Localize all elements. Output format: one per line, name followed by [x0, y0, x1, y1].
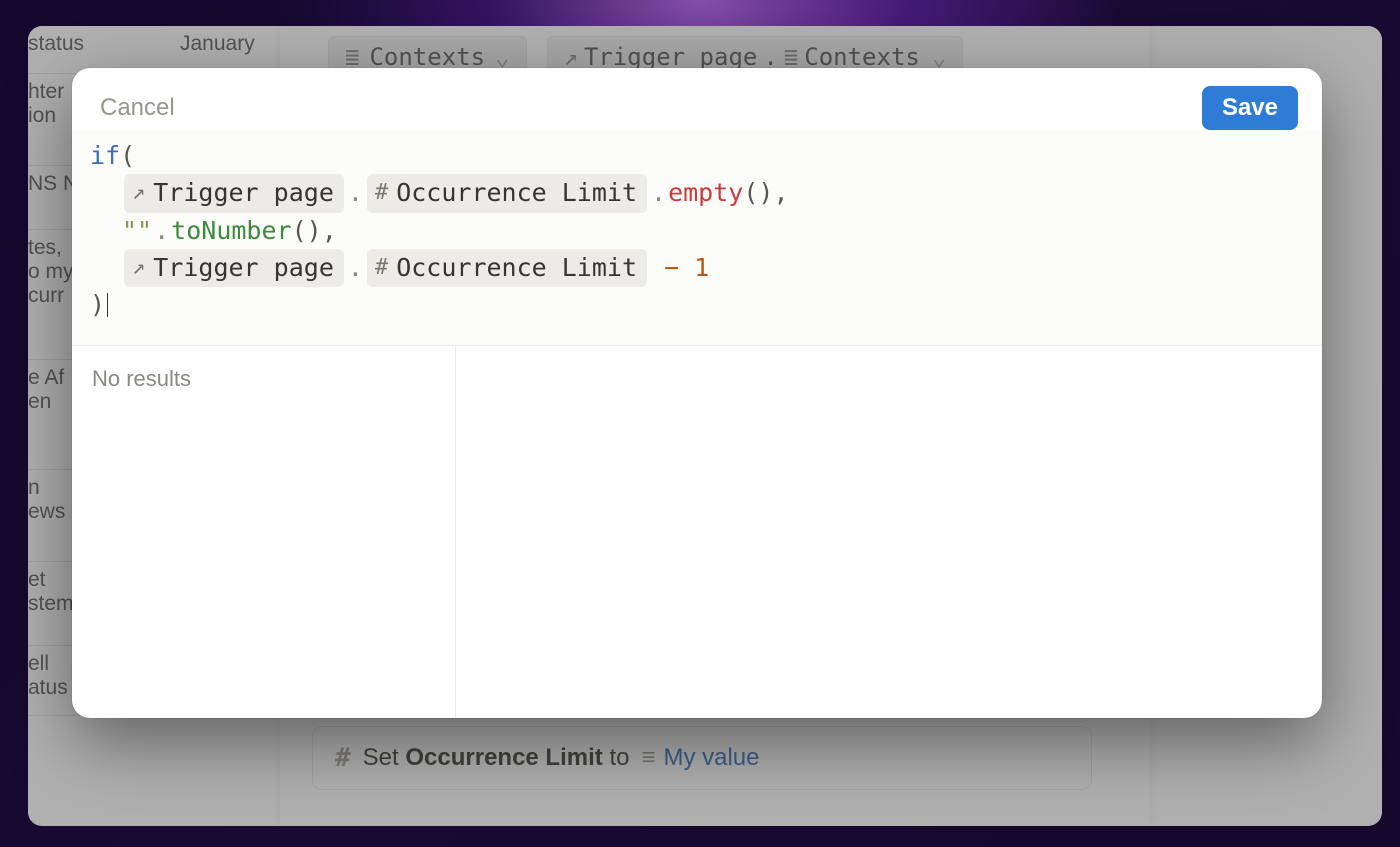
- hash-icon: #: [335, 743, 351, 773]
- trigger-page-text: Trigger page: [153, 175, 334, 211]
- arrow-ne-icon: ↗: [132, 177, 145, 209]
- results-list: No results: [72, 346, 456, 718]
- chevron-down-icon: ⌄: [495, 43, 509, 71]
- no-results-text: No results: [92, 366, 435, 392]
- formula-line: "".toNumber(),: [90, 213, 1294, 249]
- chevron-down-icon: ⌄: [932, 43, 946, 71]
- cancel-button[interactable]: Cancel: [100, 94, 175, 122]
- occurrence-limit-token[interactable]: # Occurrence Limit: [367, 174, 647, 212]
- formula-line: ↗ Trigger page . # Occurrence Limit .emp…: [90, 174, 1294, 212]
- dot: .: [346, 175, 365, 211]
- set-property-row[interactable]: # Set Occurrence Limit to ≡ My value: [312, 726, 1092, 790]
- trigger-page-text: Trigger page: [153, 250, 334, 286]
- contexts-label: Contexts: [369, 43, 485, 71]
- set-prefix: Set: [363, 744, 399, 771]
- value-chip[interactable]: ≡ My value: [641, 744, 759, 772]
- formula-line: ↗ Trigger page . # Occurrence Limit − 1: [90, 249, 1294, 287]
- hash-icon: #: [375, 252, 388, 284]
- keyword-if: if: [90, 138, 120, 174]
- dot: .: [649, 175, 668, 211]
- col-status: status: [28, 32, 158, 56]
- text-cursor: [107, 293, 108, 317]
- empty-call: (),: [743, 175, 788, 211]
- occurrence-limit-text: Occurrence Limit: [396, 250, 637, 286]
- set-suffix: to: [609, 744, 629, 771]
- trigger-page-token[interactable]: ↗ Trigger page: [124, 249, 344, 287]
- tonumber-call: (),: [292, 213, 337, 249]
- hash-icon: #: [375, 177, 388, 209]
- formula-line: ): [90, 287, 1294, 323]
- formula-line: if(: [90, 138, 1294, 174]
- occurrence-limit-token[interactable]: # Occurrence Limit: [367, 249, 647, 287]
- list-icon: ≣: [784, 43, 798, 71]
- occurrence-limit-text: Occurrence Limit: [396, 175, 637, 211]
- paren-open: (: [120, 138, 135, 174]
- formula-icon: ≡: [641, 744, 655, 772]
- arrow-ne-icon: ↗: [564, 43, 578, 71]
- dot: .: [152, 213, 171, 249]
- save-button[interactable]: Save: [1202, 86, 1298, 130]
- dot: .: [346, 250, 365, 286]
- desktop-root: status January hter ion NS N tes, o my c…: [0, 0, 1400, 847]
- trigger-page-label: Trigger page: [584, 43, 757, 71]
- number-one: 1: [694, 250, 709, 286]
- results-detail: [456, 346, 1322, 718]
- fn-empty: empty: [668, 175, 743, 211]
- arrow-ne-icon: ↗: [132, 252, 145, 284]
- set-property-name: Occurrence Limit: [405, 744, 602, 771]
- trigger-page-token[interactable]: ↗ Trigger page: [124, 174, 344, 212]
- formula-textarea[interactable]: if( ↗ Trigger page . # Occurrence Limit …: [72, 130, 1322, 346]
- formula-editor-modal: Cancel Save if( ↗ Trigger page . # Occur…: [72, 68, 1322, 718]
- paren-close: ): [90, 287, 105, 323]
- col-month: January: [180, 32, 280, 56]
- modal-header: Cancel Save: [72, 68, 1322, 130]
- fn-toNumber: toNumber: [171, 213, 291, 249]
- list-icon: ≣: [345, 43, 359, 71]
- contexts-label-2: Contexts: [804, 43, 920, 71]
- empty-string-literal: "": [122, 213, 152, 249]
- autocomplete-panel: No results: [72, 346, 1322, 718]
- table-header-row: status January: [28, 26, 288, 74]
- value-chip-label: My value: [663, 744, 759, 772]
- minus-operator: −: [664, 250, 679, 286]
